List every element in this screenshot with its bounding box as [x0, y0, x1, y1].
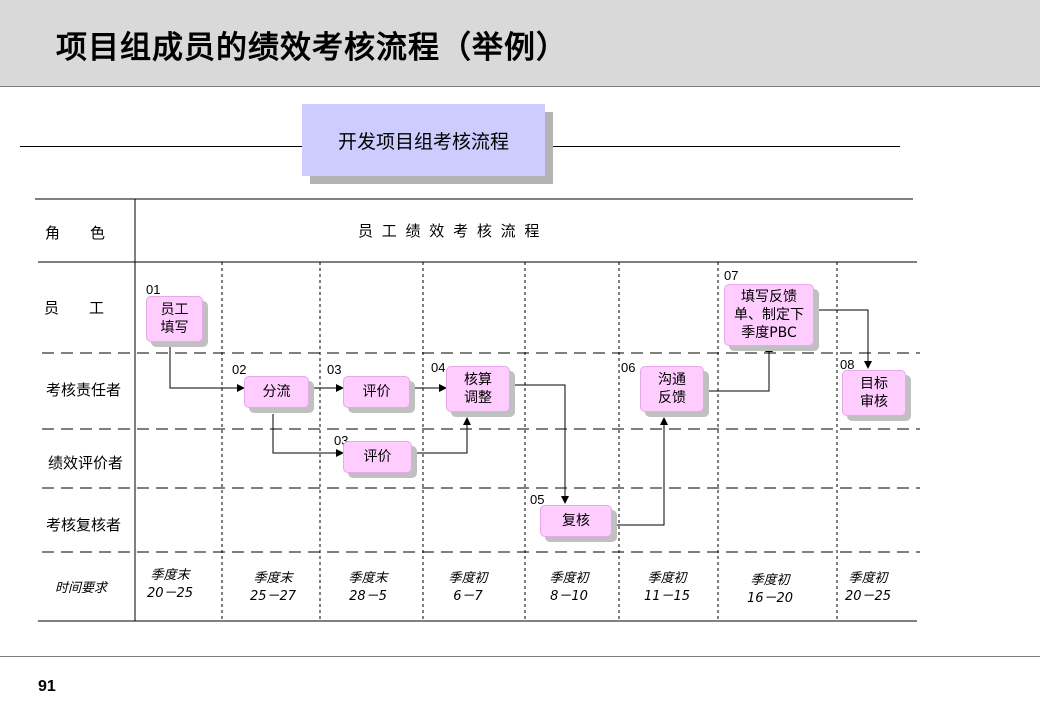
step-box-review: 复核 [540, 505, 612, 537]
step-box-evaluate-evaluator: 评价 [343, 441, 412, 473]
step-box-evaluate-assessor: 评价 [343, 376, 410, 408]
role-employee: 员 工 [44, 299, 105, 317]
time-cell: 季度末 20－25 [146, 568, 194, 601]
process-header: 员 工 绩 效 考 核 流 程 [358, 222, 542, 240]
time-cell: 季度初 11－15 [643, 571, 691, 604]
step-box-feedback-pbc: 填写反馈 单、制定下 季度PBC [724, 284, 814, 346]
role-assessor: 考核责任者 [46, 381, 122, 399]
role-evaluator: 绩效评价者 [48, 454, 124, 472]
step-number: 01 [146, 282, 161, 297]
step-number: 04 [431, 360, 446, 375]
connector-04-05 [515, 384, 569, 504]
step-box-distribute: 分流 [244, 376, 309, 408]
time-cell: 季度初 16－20 [746, 573, 794, 606]
step-box-calculate-adjust: 核算 调整 [446, 366, 510, 412]
connector-03b-04 [410, 417, 471, 454]
connector-05-06 [610, 417, 668, 526]
step-number: 06 [621, 360, 636, 375]
step-number: 07 [724, 268, 739, 283]
time-cell: 季度末 25－27 [249, 571, 297, 604]
footer-rule [0, 656, 1040, 657]
time-label: 时间要求 [55, 581, 108, 596]
time-cell: 季度初 8－10 [549, 571, 589, 604]
time-cell: 季度末 28－5 [348, 571, 388, 604]
time-cell: 季度初 6－7 [448, 571, 488, 604]
step-box-target-review: 目标 审核 [842, 370, 906, 416]
step-box-employee-fill: 员工 填写 [146, 296, 203, 342]
step-number: 02 [232, 362, 247, 377]
role-header: 角 色 [45, 224, 106, 242]
step-number: 03 [327, 362, 342, 377]
role-reviewer: 考核复核者 [46, 516, 122, 534]
page-number: 91 [38, 678, 56, 695]
step-box-communicate-feedback: 沟通 反馈 [640, 366, 704, 412]
time-cell: 季度初 20－25 [844, 571, 892, 604]
connector-02-03b [272, 414, 344, 457]
flow-grid [35, 198, 920, 622]
connector-06-07 [708, 344, 773, 392]
